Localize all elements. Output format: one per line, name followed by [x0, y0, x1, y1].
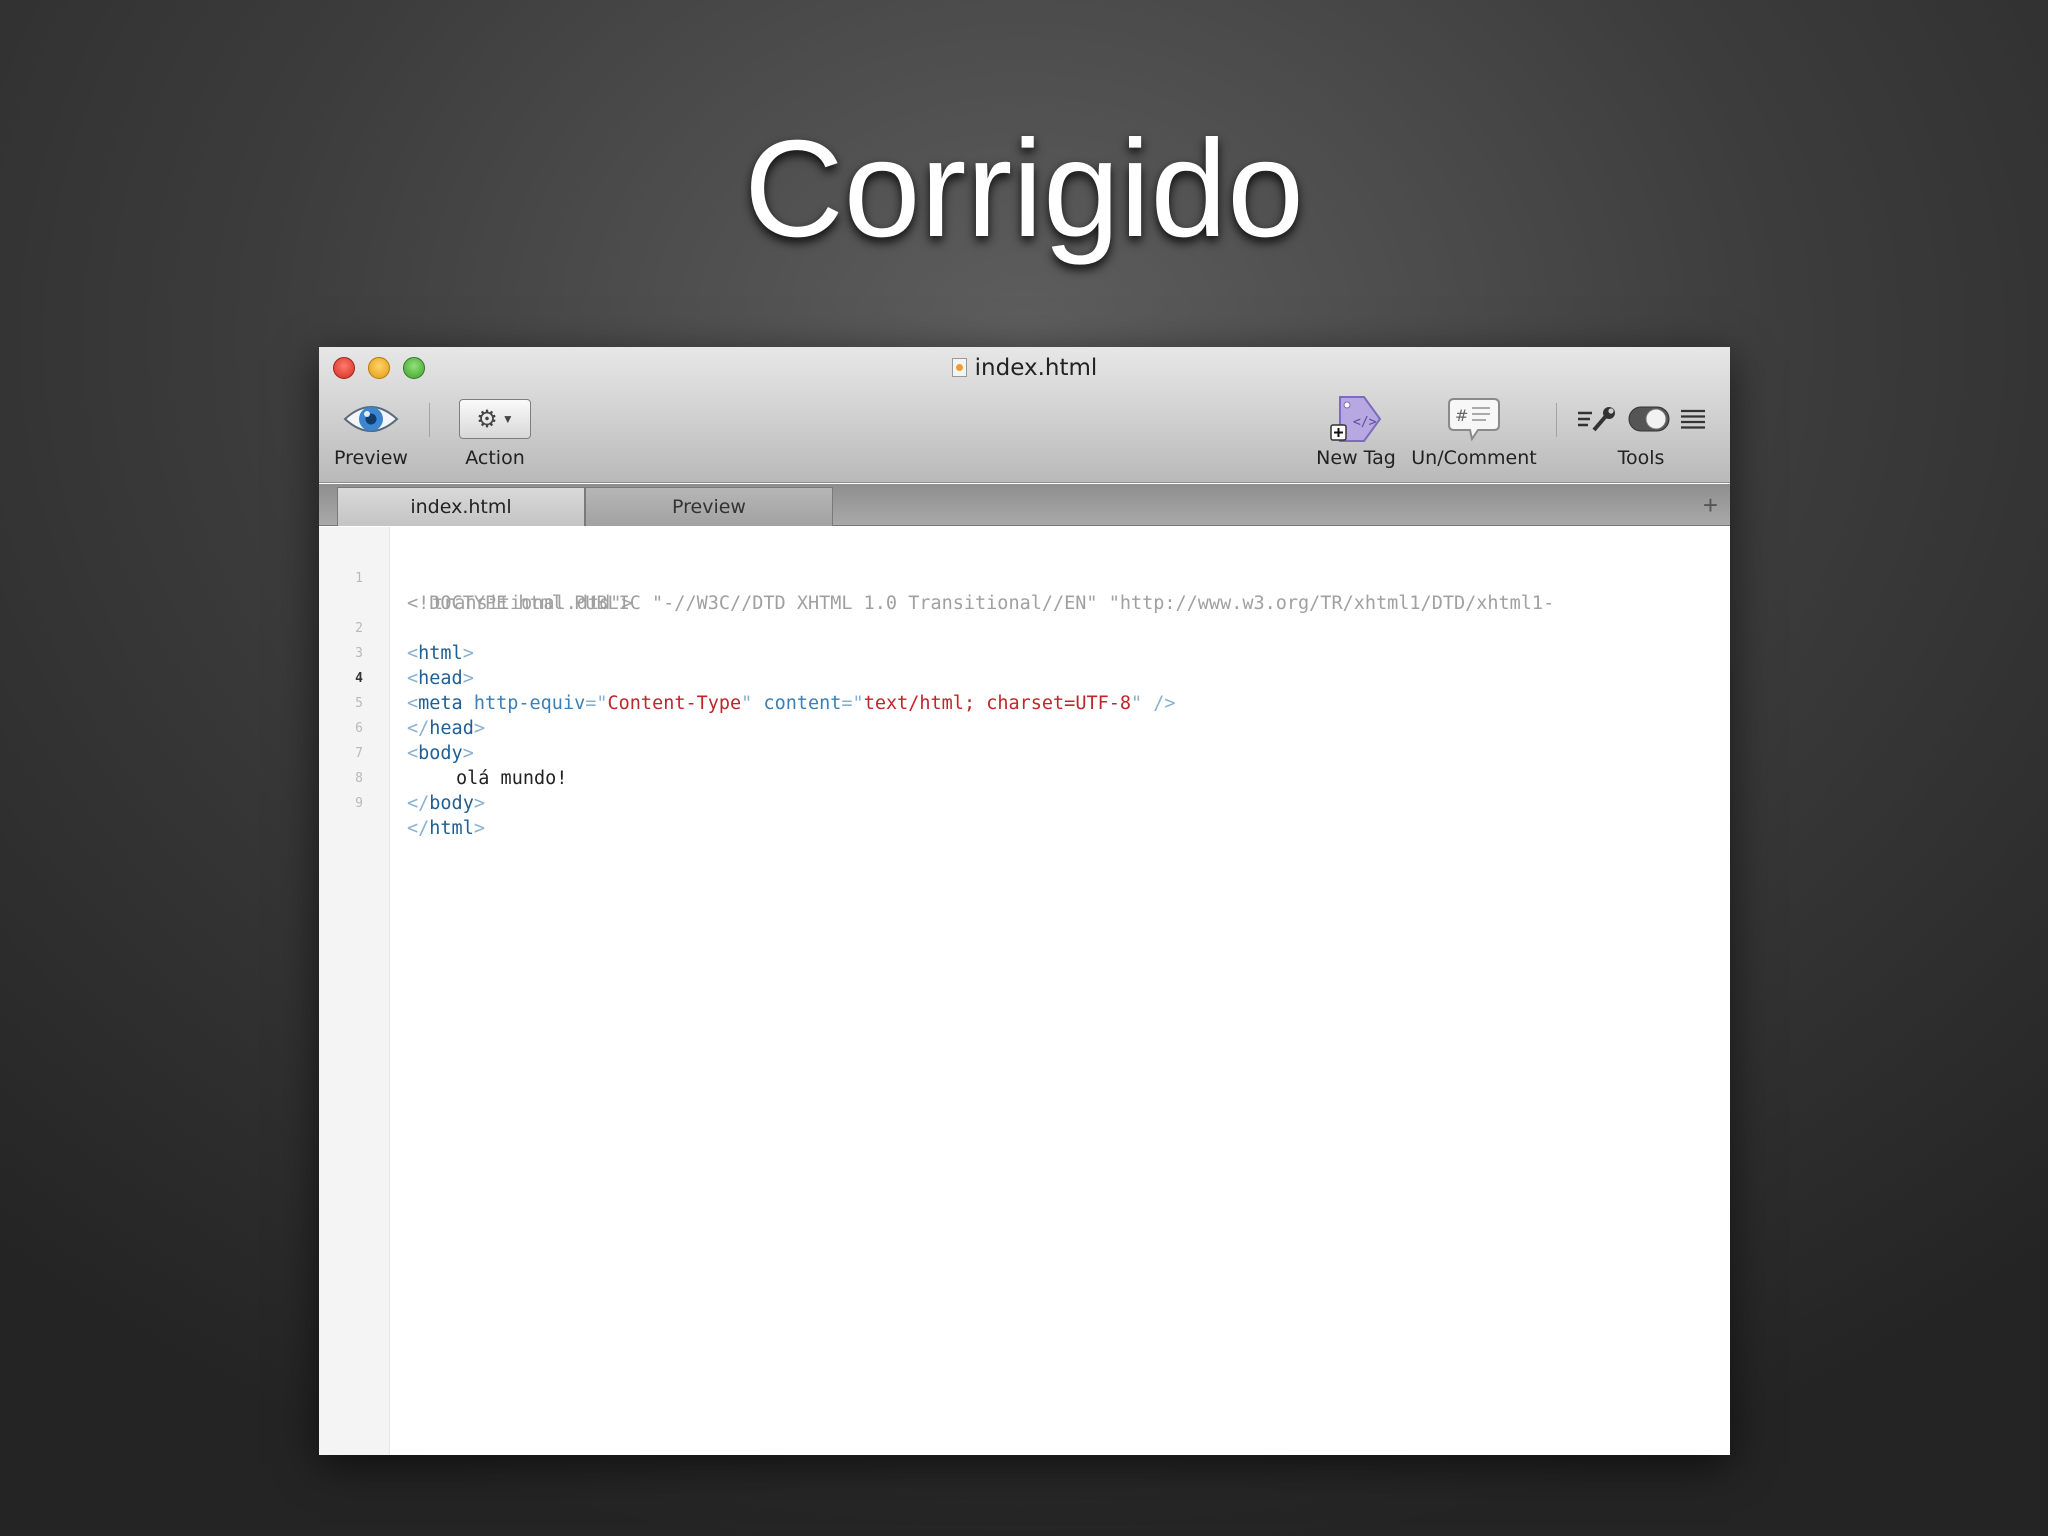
code-text: </body> [407, 793, 485, 814]
code-line: 6 <body> [319, 691, 1730, 764]
toolbar-separator [1556, 403, 1557, 437]
comment-toolbar-button[interactable]: # Un/Comment [1404, 395, 1544, 469]
tag-name: body [429, 793, 474, 814]
toolbar-separator [429, 403, 430, 437]
comment-toolbar-label: Un/Comment [1411, 447, 1537, 469]
toggle-icon[interactable] [1628, 406, 1670, 432]
html-document-icon [951, 358, 967, 377]
new-tag-icon: </> [1330, 396, 1382, 442]
wrench-list-icon[interactable] [1576, 405, 1618, 433]
tab-index-html[interactable]: index.html [337, 487, 585, 526]
slide-title: Corrigido [744, 112, 1304, 266]
tag-name: html [429, 818, 474, 839]
code-line: 1 <!DOCTYPE html PUBLIC "-//W3C//DTD XHT… [319, 541, 1730, 614]
code-line: 8 </body> [319, 741, 1730, 814]
window-title-text: index.html [974, 355, 1098, 381]
code-editor[interactable]: 1 <!DOCTYPE html PUBLIC "-//W3C//DTD XHT… [319, 527, 1730, 1455]
new-tag-toolbar-label: New Tag [1316, 447, 1396, 469]
comment-bubble-icon: # [1448, 398, 1500, 442]
action-toolbar-button[interactable]: ⚙ ▼ Action [445, 395, 545, 469]
svg-text:</>: </> [1353, 415, 1377, 430]
gear-icon: ⚙ [476, 405, 498, 433]
code-line: 4 <meta http-equiv="Content-Type" conten… [319, 641, 1730, 714]
action-menu-button[interactable]: ⚙ ▼ [459, 399, 531, 439]
preview-toolbar-label: Preview [334, 447, 408, 469]
tab-preview[interactable]: Preview [585, 487, 833, 526]
window-title: index.html [319, 355, 1730, 381]
code-line: 9 </html> [319, 766, 1730, 839]
code-line: 2 <html> [319, 591, 1730, 664]
code-line: transitional.dtd"> [319, 566, 1730, 614]
action-toolbar-label: Action [465, 447, 525, 469]
tab-bar: index.html Preview + [319, 484, 1730, 526]
code-line: 7 olá mundo! [319, 716, 1730, 789]
new-tag-toolbar-button[interactable]: </> New Tag [1301, 395, 1411, 469]
menu-lines-icon[interactable] [1680, 408, 1706, 430]
eye-icon [343, 406, 399, 432]
window-titlebar: index.html Preview ⚙ ▼ Action </> New Ta… [319, 347, 1730, 483]
editor-window: index.html Preview ⚙ ▼ Action </> New Ta… [319, 347, 1730, 1455]
svg-text:#: # [1455, 406, 1468, 425]
preview-toolbar-button[interactable]: Preview [331, 395, 411, 469]
code-line: 3 <head> [319, 616, 1730, 689]
line-number: 9 [355, 796, 363, 811]
code-text: </html> [407, 818, 485, 839]
chevron-down-icon: ▼ [501, 412, 514, 426]
code-line: 5 </head> [319, 666, 1730, 739]
tools-toolbar-group[interactable]: Tools [1571, 395, 1711, 469]
add-tab-icon[interactable]: + [1703, 490, 1718, 521]
tools-toolbar-label: Tools [1617, 447, 1665, 469]
